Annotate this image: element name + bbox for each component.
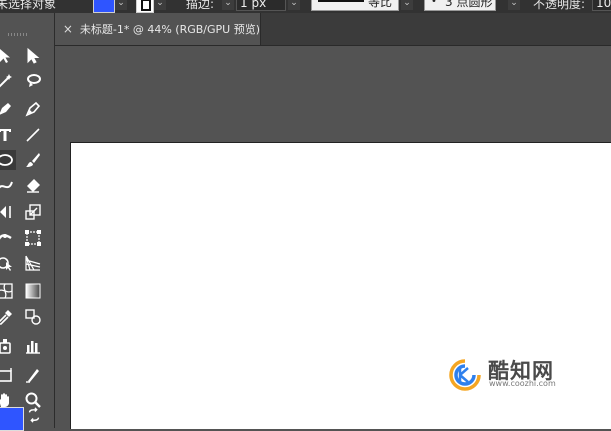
panel-grip-icon[interactable] — [8, 33, 28, 36]
swap-fill-stroke-icon[interactable] — [26, 407, 42, 423]
symbol-sprayer-tool-icon[interactable] — [0, 336, 16, 356]
type-tool-icon[interactable] — [0, 125, 16, 145]
stroke-color-swatch[interactable] — [136, 0, 154, 13]
fill-color-swatch[interactable] — [93, 0, 115, 13]
control-bar: 未选择对象 ⌄ ⌄ 描边: ⌄ 1 px ⌄ 等比 ⌄ • 3 点圆形 ⌄ 不透… — [0, 0, 611, 14]
shaper-tool-icon[interactable] — [0, 176, 16, 196]
free-transform-tool-icon[interactable] — [22, 228, 44, 248]
line-segment-tool-icon[interactable] — [22, 125, 44, 145]
brush-chevron-icon[interactable]: ⌄ — [508, 0, 520, 10]
blend-tool-icon[interactable] — [22, 307, 44, 327]
gradient-tool-icon[interactable] — [22, 281, 44, 301]
coozhi-logo-icon — [449, 359, 481, 391]
brush-label: 3 点圆形 — [445, 0, 493, 9]
slice-tool-icon[interactable] — [22, 365, 44, 385]
opacity-field[interactable]: 10 — [592, 0, 611, 11]
stroke-weight-stepper-icon[interactable]: ⌄ — [222, 0, 234, 10]
tools-panel — [0, 13, 55, 431]
stroke-label: 描边: — [186, 0, 215, 11]
watermark-url: www.coozhi.com — [489, 379, 556, 388]
perspective-grid-tool-icon[interactable] — [22, 253, 44, 273]
fill-color-box[interactable] — [0, 407, 24, 431]
magic-wand-tool-icon[interactable] — [0, 71, 16, 91]
stroke-weight-field[interactable]: 1 px — [236, 0, 286, 11]
stroke-profile-line-icon — [318, 0, 364, 2]
ellipse-tool-icon[interactable] — [0, 150, 16, 170]
watermark: 酷知网 www.coozhi.com — [448, 355, 578, 395]
scale-tool-icon[interactable] — [22, 202, 44, 222]
brush-dot-icon: • — [431, 0, 437, 7]
width-tool-icon[interactable] — [0, 228, 16, 248]
stroke-profile-label: 等比 — [368, 0, 393, 9]
column-graph-tool-icon[interactable] — [22, 336, 44, 356]
close-icon[interactable]: × — [62, 22, 74, 36]
artboard-tool-icon[interactable] — [0, 365, 16, 385]
document-tab-bar: × 未标题-1* @ 44% (RGB/GPU 预览) — [55, 13, 611, 46]
eraser-tool-icon[interactable] — [22, 176, 44, 196]
stroke-dropdown-chevron-icon[interactable]: ⌄ — [154, 0, 166, 10]
fill-dropdown-chevron-icon[interactable]: ⌄ — [115, 0, 127, 10]
document-tab-title: 未标题-1* @ 44% (RGB/GPU 预览) — [79, 23, 260, 36]
brush-definition-dropdown[interactable]: • 3 点圆形 — [424, 0, 496, 11]
selection-tool-icon[interactable] — [0, 46, 16, 66]
document-tab[interactable]: × 未标题-1* @ 44% (RGB/GPU 预览) — [55, 13, 261, 45]
paintbrush-tool-icon[interactable] — [22, 150, 44, 170]
direct-selection-tool-icon[interactable] — [22, 46, 44, 66]
lasso-tool-icon[interactable] — [22, 71, 44, 91]
selection-status: 未选择对象 — [0, 0, 57, 11]
mesh-tool-icon[interactable] — [0, 281, 16, 301]
profile-chevron-icon[interactable]: ⌄ — [401, 0, 413, 10]
curvature-tool-icon[interactable] — [22, 99, 44, 119]
variable-width-profile-dropdown[interactable]: 等比 — [311, 0, 399, 11]
opacity-label: 不透明度: — [533, 0, 586, 11]
rotate-tool-icon[interactable] — [0, 202, 16, 222]
stroke-weight-chevron-icon[interactable]: ⌄ — [288, 0, 300, 10]
shape-builder-tool-icon[interactable] — [0, 253, 16, 273]
pen-tool-icon[interactable] — [0, 99, 16, 119]
eyedropper-tool-icon[interactable] — [0, 307, 16, 327]
